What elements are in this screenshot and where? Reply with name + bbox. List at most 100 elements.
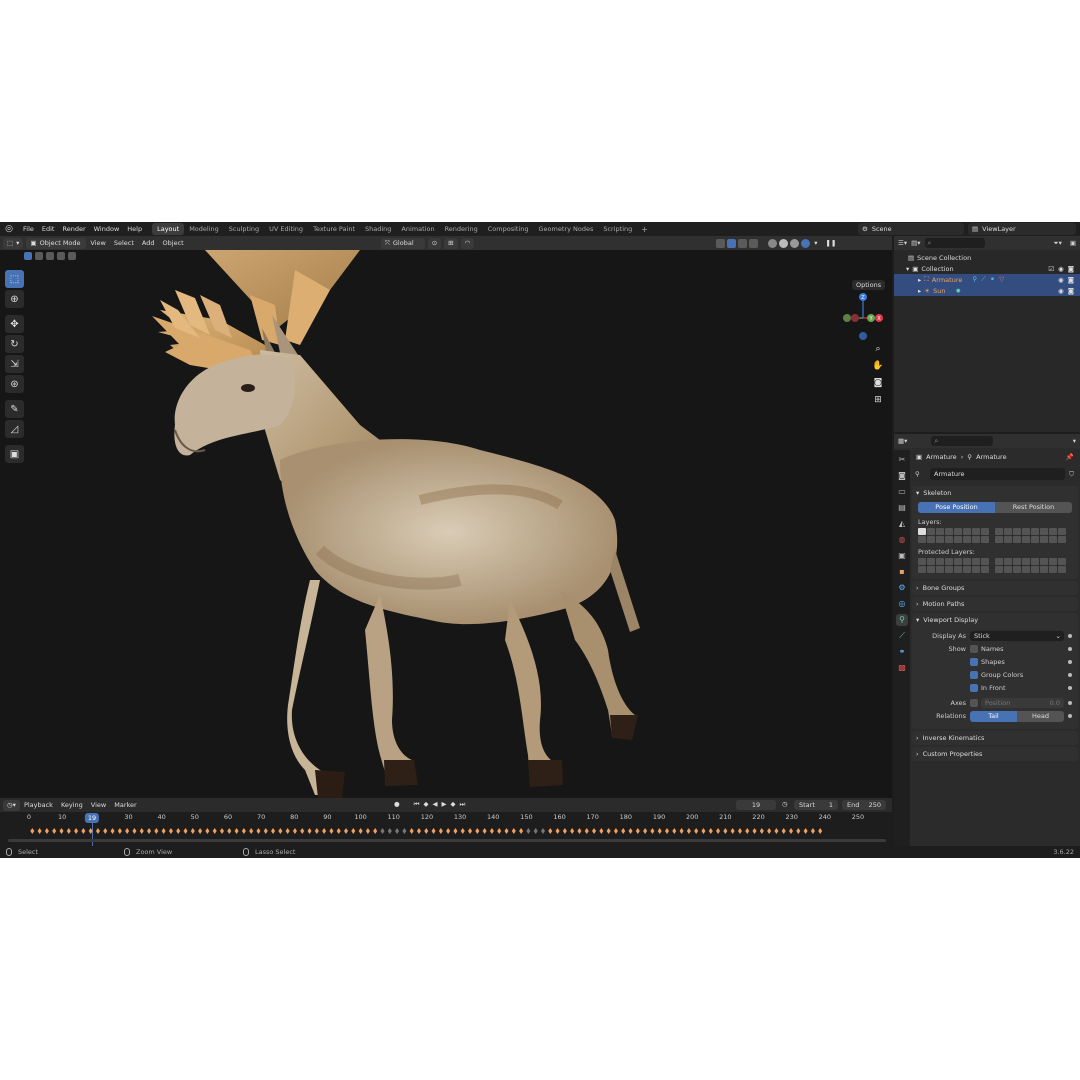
physics-tab-icon[interactable]: ◎ xyxy=(896,598,908,610)
keyframe-diamond[interactable] xyxy=(125,828,130,834)
view-layer-tab-icon[interactable]: ▤ xyxy=(896,502,908,514)
overlay-toggle-icon[interactable] xyxy=(738,238,748,248)
filter-icon[interactable]: ⏷▾ xyxy=(1053,239,1061,248)
jump-start-icon[interactable]: ⏮ xyxy=(414,800,420,809)
outliner-row-scene-collection[interactable]: ▤ Scene Collection xyxy=(894,252,1080,263)
keyframe-diamond[interactable] xyxy=(198,828,203,834)
keyframe-diamond[interactable] xyxy=(562,828,567,834)
orientation-dropdown[interactable]: ⤧ Global xyxy=(380,237,425,249)
keyframe-diamond[interactable] xyxy=(168,828,173,834)
proportional-toggle[interactable]: ◠ xyxy=(460,237,475,249)
bone-constraint-tab-icon[interactable]: ⚭ xyxy=(896,646,908,658)
keyframe-diamond[interactable] xyxy=(336,828,341,834)
tab-texture-paint[interactable]: Texture Paint xyxy=(308,223,360,235)
keyframe-diamond[interactable] xyxy=(643,828,648,834)
keyframe-diamond[interactable] xyxy=(606,828,611,834)
render-tab-icon[interactable]: ◙ xyxy=(896,470,908,482)
tab-geometry-nodes[interactable]: Geometry Nodes xyxy=(534,223,599,235)
render-camera-icon[interactable]: ◙ xyxy=(1068,287,1074,295)
keyframe-dot-icon[interactable] xyxy=(1068,714,1072,718)
keyframe-diamond[interactable] xyxy=(314,828,319,834)
keyframe-diamond[interactable] xyxy=(650,828,655,834)
render-camera-icon[interactable]: ◙ xyxy=(1068,265,1074,273)
keyframe-diamond[interactable] xyxy=(37,828,42,834)
keyframe-diamond[interactable] xyxy=(219,828,224,834)
clock-icon[interactable]: ◷ xyxy=(782,800,788,808)
frame-ruler[interactable]: 0 10 30 40 50 60 70 80 90 100 110 120 130 140 150 160 17… xyxy=(0,813,892,823)
render-camera-icon[interactable]: ◙ xyxy=(1068,276,1074,284)
keyframe-diamond[interactable] xyxy=(781,828,786,834)
keyframe-diamond[interactable] xyxy=(431,828,436,834)
record-icon[interactable]: ● xyxy=(394,800,400,809)
keyframe-diamond[interactable] xyxy=(475,828,480,834)
keyframe-diamond[interactable] xyxy=(409,828,414,834)
expand-icon[interactable]: ▸ xyxy=(918,287,921,295)
tab-compositing[interactable]: Compositing xyxy=(483,223,534,235)
head-button[interactable]: Head xyxy=(1017,710,1064,722)
transform-tool-icon[interactable]: ⊛ xyxy=(5,375,24,393)
keyframe-diamond[interactable] xyxy=(635,828,640,834)
keyframe-diamond[interactable] xyxy=(730,828,735,834)
keyframe-diamond[interactable] xyxy=(241,828,246,834)
menu-keying[interactable]: Keying xyxy=(57,801,87,809)
names-checkbox[interactable] xyxy=(970,645,978,653)
measure-tool-icon[interactable]: ◿ xyxy=(5,420,24,438)
keyframe-diamond[interactable] xyxy=(212,828,217,834)
keyframe-diamond[interactable] xyxy=(256,828,261,834)
keyframe-diamond[interactable] xyxy=(365,828,370,834)
display-as-dropdown[interactable]: Stick ⌄ xyxy=(970,631,1064,641)
tab-modeling[interactable]: Modeling xyxy=(184,223,224,235)
armature-name-field[interactable]: Armature xyxy=(930,468,1066,480)
armature-data-tab-icon[interactable]: ⚲ xyxy=(896,614,908,626)
annotate-tool-icon[interactable]: ✎ xyxy=(5,400,24,418)
camera-icon[interactable]: ◙ xyxy=(870,376,886,390)
timeline-editor-icon[interactable]: ◷▾ xyxy=(3,799,20,811)
3d-viewport[interactable]: Options ⬚ ⊕ ✥ ↻ ⇲ ⊛ ✎ ◿ ▣ Z X Y ⌕ ✋ ◙ ⊞ xyxy=(0,250,892,798)
play-icon[interactable]: ▶ xyxy=(442,800,447,809)
keyframe-dot-icon[interactable] xyxy=(1068,634,1072,638)
keyframe-diamond[interactable] xyxy=(278,828,283,834)
keyframe-dot-icon[interactable] xyxy=(1068,686,1072,690)
outliner-row-sun[interactable]: ▸ ☀ Sun ✹ ◉ ◙ xyxy=(894,285,1080,296)
move-tool-icon[interactable]: ✥ xyxy=(5,315,24,333)
keyframe-diamond[interactable] xyxy=(504,828,509,834)
bone-icon[interactable]: ⟋ xyxy=(981,275,986,284)
keyframe-diamond[interactable] xyxy=(66,828,71,834)
material-shading-icon[interactable] xyxy=(790,238,800,248)
keyframe-dot-icon[interactable] xyxy=(1068,647,1072,651)
keyframe-diamond[interactable] xyxy=(300,828,305,834)
menu-object[interactable]: Object xyxy=(159,239,188,247)
keyframe-diamond[interactable] xyxy=(460,828,465,834)
scene-tab-icon[interactable]: ◭ xyxy=(896,518,908,530)
inverse-kinematics-panel[interactable]: › Inverse Kinematics xyxy=(912,731,1078,745)
eye-icon[interactable]: ◉ xyxy=(1058,276,1064,284)
add-cube-tool-icon[interactable]: ▣ xyxy=(5,445,24,463)
custom-properties-panel[interactable]: › Custom Properties xyxy=(912,747,1078,761)
keyframe-diamond[interactable] xyxy=(745,828,750,834)
scene-selector[interactable]: ⚙ Scene xyxy=(858,223,964,235)
keyframe-diamond[interactable] xyxy=(789,828,794,834)
prev-key-icon[interactable]: ◆ xyxy=(424,800,429,809)
next-key-icon[interactable]: ◆ xyxy=(451,800,456,809)
keyframe-diamond[interactable] xyxy=(74,828,79,834)
grid-view-icon[interactable]: ⊞ xyxy=(870,393,886,407)
shading-options-icon[interactable]: ▾ xyxy=(810,239,821,247)
keyframe-diamond[interactable] xyxy=(453,828,458,834)
solid-shading-icon[interactable] xyxy=(779,238,789,248)
bone-tab-icon[interactable]: ⟋ xyxy=(896,630,908,642)
menu-select[interactable]: Select xyxy=(110,239,138,247)
keyframe-diamond[interactable] xyxy=(577,828,582,834)
menu-playback[interactable]: Playback xyxy=(20,801,57,809)
keyframe-diamond[interactable] xyxy=(95,828,100,834)
view-layer-selector[interactable]: ▤ ViewLayer xyxy=(968,223,1076,235)
keyframe-diamond[interactable] xyxy=(395,828,400,834)
keyframe-diamond[interactable] xyxy=(351,828,356,834)
world-tab-icon[interactable]: ◍ xyxy=(896,534,908,546)
layer-block[interactable] xyxy=(995,558,1066,573)
keyframe-diamond[interactable] xyxy=(584,828,589,834)
bone-groups-panel[interactable]: › Bone Groups xyxy=(912,581,1078,595)
texture-tab-icon[interactable]: ▩ xyxy=(896,662,908,674)
keyframe-dot-icon[interactable] xyxy=(1068,701,1072,705)
keyframe-diamond[interactable] xyxy=(482,828,487,834)
modifier-icon[interactable]: ▽ xyxy=(999,275,1004,284)
